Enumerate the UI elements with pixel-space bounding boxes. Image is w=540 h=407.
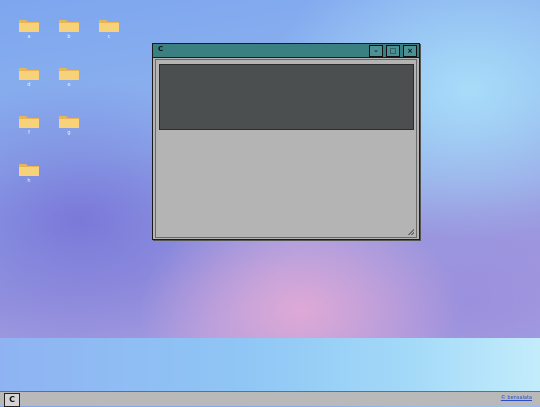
folder-icon: [59, 68, 79, 80]
folder-icon: [19, 116, 39, 128]
window-content: [155, 59, 417, 238]
close-button[interactable]: ×: [403, 45, 417, 57]
folder-icon: [59, 20, 79, 32]
desktop-icon-label: b: [67, 34, 71, 40]
desktop-icon-label: c: [107, 34, 111, 40]
maximize-icon: □: [389, 47, 397, 55]
folder-icon: [59, 116, 79, 128]
folder-icon: [99, 20, 119, 32]
close-icon: ×: [407, 47, 413, 55]
desktop-icon[interactable]: g: [54, 113, 84, 136]
app-window[interactable]: C – □ ×: [152, 43, 420, 240]
content-panel: [159, 64, 414, 130]
desktop-icon[interactable]: h: [14, 161, 44, 184]
window-titlebar[interactable]: C – □ ×: [153, 44, 419, 58]
desktop-icon[interactable]: e: [54, 65, 84, 88]
desktop-icon-label: d: [27, 82, 31, 88]
desktop-icon[interactable]: b: [54, 17, 84, 40]
desktop-icon-label: e: [67, 82, 71, 88]
resize-grip-icon[interactable]: [408, 229, 414, 235]
maximize-button[interactable]: □: [386, 45, 400, 57]
desktop-icon-label: h: [27, 178, 31, 184]
credit-link[interactable]: © bensalata: [501, 395, 532, 401]
folder-icon: [19, 68, 39, 80]
folder-icon: [19, 164, 39, 176]
desktop-icon[interactable]: f: [14, 113, 44, 136]
window-title: C: [158, 45, 164, 53]
desktop-band: [0, 338, 540, 391]
desktop-icon[interactable]: c: [94, 17, 124, 40]
desktop-icon-label: g: [67, 130, 71, 136]
desktop-icon-label: a: [27, 34, 31, 40]
minimize-button[interactable]: –: [369, 45, 383, 57]
folder-icon: [19, 20, 39, 32]
taskbar: C © bensalata: [0, 391, 540, 407]
desktop-icon[interactable]: d: [14, 65, 44, 88]
desktop-icon-label: f: [28, 130, 30, 136]
desktop-icon[interactable]: a: [14, 17, 44, 40]
minimize-icon: –: [374, 47, 378, 55]
